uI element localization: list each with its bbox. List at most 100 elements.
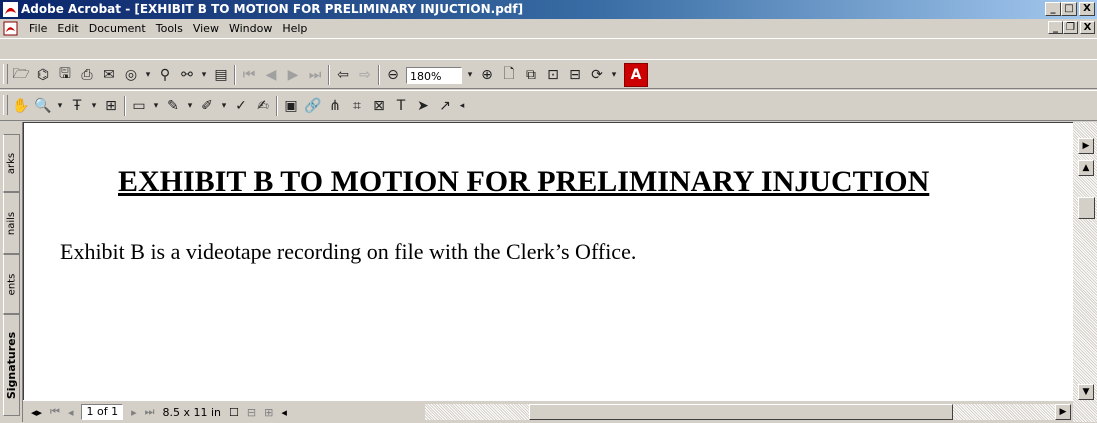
menu-edit[interactable]: Edit [52,22,83,35]
tab-comments[interactable]: ents [3,254,20,314]
title-bar[interactable]: Adobe Acrobat - [EXHIBIT B TO MOTION FOR… [0,0,1097,19]
single-page-icon[interactable]: ☐ [225,406,243,419]
tab-bookmarks[interactable]: arks [3,134,20,192]
doc-restore-button[interactable]: ❐ [1063,21,1078,34]
navigation-pane-icon[interactable]: ▤ [210,64,232,86]
zoom-in-icon[interactable]: ⊕ [476,64,498,86]
chevron-down-icon[interactable]: ▾ [184,95,196,117]
minimize-button[interactable]: _ [1045,2,1061,16]
vertical-scrollbar[interactable]: ▶ ▲ ▼ [1073,122,1097,422]
chevron-left-icon[interactable]: ◂ [456,95,468,117]
chevron-down-icon[interactable]: ▾ [218,95,230,117]
chevron-down-icon[interactable]: ▾ [198,64,210,86]
zoom-tool-icon[interactable]: 🔍 [32,95,54,117]
maximize-button[interactable]: □ [1061,2,1077,16]
first-page-icon[interactable]: ⏮ [238,64,260,86]
scroll-down-icon[interactable]: ▼ [1078,384,1094,400]
tools-toolbar: ✋ 🔍 ▾ Ŧ ▾ ⊞ ▭ ▾ ✎ ▾ ✐ ▾ ✓ ✍ ▣ 🔗 ⋔ ⌗ ⊠ T … [0,90,1097,121]
menu-tools[interactable]: Tools [151,22,188,35]
spell-check-icon[interactable]: ✓ [230,95,252,117]
tab-signatures[interactable]: Signatures [3,314,20,416]
save-icon[interactable]: 🖫 [54,64,76,86]
chevron-down-icon[interactable]: ▾ [54,95,66,117]
fit-width-icon[interactable]: ⊡ [542,64,564,86]
pencil-tool-icon[interactable]: ✎ [162,95,184,117]
hand-tool-icon[interactable]: ✋ [10,95,32,117]
touchup-text-icon[interactable]: T [390,95,412,117]
document-view[interactable]: EXHIBIT B TO MOTION FOR PRELIMINARY INJU… [23,122,1073,400]
menu-help[interactable]: Help [277,22,312,35]
file-toolbar: 🗁 ⌬ 🖫 ⎙ ✉ ◎ ▾ ⚲ ⚯ ▾ ▤ ⏮ ◀ ▶ ⏭ ⇦ ⇨ ⊖ 180%… [0,59,1097,89]
email-icon[interactable]: ✉ [98,64,120,86]
continuous-facing-icon[interactable]: ⊞ [260,406,277,419]
close-button[interactable]: X [1079,2,1095,16]
article-tool-icon[interactable]: ⋔ [324,95,346,117]
adobe-logo-icon[interactable]: A [624,63,648,87]
toolbar-grip[interactable] [3,95,8,115]
sign-icon[interactable]: ✍ [252,95,274,117]
previous-view-icon[interactable]: ⇦ [332,64,354,86]
acrobat-app-icon [3,2,18,17]
toolbar-separator [232,64,238,86]
next-view-icon[interactable]: ⇨ [354,64,376,86]
zoom-out-icon[interactable]: ⊖ [382,64,404,86]
text-select-icon[interactable]: Ŧ [66,95,88,117]
search-icon[interactable]: ⚯ [176,64,198,86]
scroll-right-icon[interactable]: ▶ [1055,404,1071,420]
horizontal-scroll-thumb[interactable] [529,404,953,420]
doc-close-button[interactable]: X [1080,21,1095,34]
zoom-input[interactable]: 180% [406,66,462,84]
scroll-up-icon[interactable]: ▲ [1078,160,1094,176]
last-page-icon[interactable]: ⏭ [141,405,159,419]
menu-document[interactable]: Document [84,22,151,35]
continuous-icon[interactable]: ⊟ [243,406,260,419]
touchup-order-icon[interactable]: ↗ [434,95,456,117]
menu-file[interactable]: File [24,22,52,35]
reflow-icon[interactable]: ⊟ [564,64,586,86]
form-tool-icon[interactable]: ⊠ [368,95,390,117]
toolbar-separator [326,64,332,86]
chevron-down-icon[interactable]: ▾ [608,64,620,86]
movie-tool-icon[interactable]: ▣ [280,95,302,117]
link-tool-icon[interactable]: 🔗 [302,95,324,117]
web-capture-icon[interactable]: ◎ [120,64,142,86]
page-number-field[interactable]: 1 of 1 [81,404,124,420]
crop-tool-icon[interactable]: ⌗ [346,95,368,117]
previous-page-icon[interactable]: ◂ [64,406,78,419]
previous-page-icon[interactable]: ◀ [260,64,282,86]
toolbar-separator [122,95,128,117]
fit-page-icon[interactable]: ⧉ [520,64,542,86]
rotate-icon[interactable]: ⟳ [586,64,608,86]
menu-window[interactable]: Window [224,22,277,35]
note-tool-icon[interactable]: ▭ [128,95,150,117]
next-page-icon[interactable]: ▸ [127,406,141,419]
tab-thumbnails[interactable]: nails [3,192,20,254]
first-page-icon[interactable]: ⏮ [46,405,64,419]
scroll-left-icon[interactable]: ◂ [277,406,291,419]
vertical-scroll-thumb[interactable] [1078,197,1095,219]
doc-minimize-button[interactable]: _ [1048,21,1063,34]
create-pdf-icon[interactable]: ⌬ [32,64,54,86]
chevron-down-icon[interactable]: ▾ [88,95,100,117]
chevron-down-icon[interactable]: ▾ [150,95,162,117]
document-body-text: Exhibit B is a videotape recording on fi… [60,239,637,264]
print-icon[interactable]: ⎙ [76,64,98,86]
window-title: Adobe Acrobat - [EXHIBIT B TO MOTION FOR… [21,2,524,16]
snapshot-icon[interactable]: ⊞ [100,95,122,117]
horizontal-scrollbar[interactable] [425,404,1067,420]
page-options-arrow-icon[interactable]: ▶ [1078,138,1094,154]
actual-size-icon[interactable]: 🗋 [498,64,520,86]
chevron-down-icon[interactable]: ▾ [464,64,476,86]
next-page-icon[interactable]: ▶ [282,64,304,86]
document-icon[interactable] [3,21,18,36]
highlight-tool-icon[interactable]: ✐ [196,95,218,117]
select-object-icon[interactable]: ➤ [412,95,434,117]
toolbar-grip[interactable] [3,64,8,84]
find-icon[interactable]: ⚲ [154,64,176,86]
chevron-down-icon[interactable]: ▾ [142,64,154,86]
open-icon[interactable]: 🗁 [10,64,32,86]
page-options-icon[interactable]: ◂▸ [27,406,46,419]
navigation-pane: arks nails ents Signatures [0,122,23,422]
menu-view[interactable]: View [188,22,224,35]
last-page-icon[interactable]: ⏭ [304,64,326,86]
